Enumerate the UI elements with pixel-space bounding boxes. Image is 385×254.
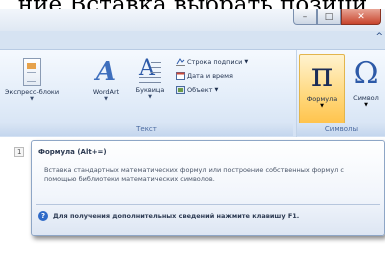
- wordart-icon: A: [95, 57, 117, 87]
- ruler-marker[interactable]: 1: [14, 147, 25, 157]
- group-label-symbols: Символы: [297, 123, 385, 136]
- object-button[interactable]: Объект ▼: [176, 86, 218, 94]
- express-blocks-button[interactable]: Экспресс-блоки ▼: [2, 58, 62, 102]
- express-blocks-label: Экспресс-блоки: [4, 88, 60, 96]
- date-time-label: Дата и время: [187, 72, 233, 80]
- dropdown-arrow-icon: ▼: [104, 96, 108, 102]
- dropdown-arrow-icon: ▼: [148, 94, 152, 100]
- maximize-button[interactable]: □: [317, 9, 341, 25]
- window-controls: – □ ✕: [293, 9, 381, 25]
- dropdown-arrow-icon: ▼: [214, 87, 219, 93]
- group-label-text: Текст: [0, 123, 293, 136]
- tooltip-help-text: Для получения дополнительных сведений на…: [53, 212, 300, 220]
- close-button[interactable]: ✕: [341, 9, 381, 25]
- formula-tooltip: Формула (Alt+=) Вставка стандартных мате…: [31, 140, 385, 236]
- pi-formula-icon: π: [310, 55, 334, 95]
- ribbon-tab-strip: ^: [0, 31, 385, 49]
- dropdown-arrow-icon: ▼: [30, 96, 34, 102]
- signature-line-icon: [176, 58, 185, 66]
- dropdown-arrow-icon: ▼: [320, 103, 324, 109]
- dropcap-label: Буквица: [135, 86, 165, 94]
- formula-label: Формула: [306, 95, 338, 103]
- ribbon-group-symbols: π Формула ▼ Ω Символ ▼ Символы: [296, 50, 385, 138]
- signature-line-button[interactable]: Строка подписи ▼: [176, 58, 248, 66]
- symbol-button[interactable]: Ω Символ ▼: [347, 54, 385, 124]
- minimize-button[interactable]: –: [293, 9, 317, 25]
- date-time-icon: [176, 72, 185, 80]
- object-label: Объект: [187, 86, 213, 94]
- tooltip-body: Вставка стандартных математических форму…: [44, 166, 344, 183]
- ribbon-group-text: Экспресс-блоки ▼ A WordArt ▼ A Буквица ▼: [0, 50, 293, 138]
- date-time-button[interactable]: Дата и время: [176, 72, 233, 80]
- symbol-label: Символ: [353, 94, 379, 102]
- tooltip-divider: [36, 204, 380, 205]
- dropdown-arrow-icon: ▼: [364, 102, 368, 108]
- title-bar: – □ ✕: [0, 9, 385, 31]
- tooltip-title: Формула (Alt+=): [38, 148, 107, 156]
- object-icon: [176, 86, 185, 94]
- omega-symbol-icon: Ω: [353, 56, 379, 91]
- tooltip-help-row: ? Для получения дополнительных сведений …: [38, 211, 299, 221]
- dropdown-arrow-icon: ▼: [244, 59, 249, 65]
- wordart-button[interactable]: A WordArt ▼: [86, 58, 126, 102]
- ribbon: Экспресс-блоки ▼ A WordArt ▼ A Буквица ▼: [0, 49, 385, 139]
- signature-line-label: Строка подписи: [187, 58, 243, 66]
- help-icon: ?: [38, 211, 48, 221]
- dropcap-button[interactable]: A Буквица ▼: [130, 58, 170, 101]
- dropcap-icon: A: [139, 58, 161, 84]
- express-blocks-icon: [23, 58, 41, 86]
- wordart-label: WordArt: [92, 88, 120, 96]
- formula-button[interactable]: π Формула ▼: [299, 54, 345, 126]
- ribbon-collapse-icon[interactable]: ^: [375, 32, 383, 42]
